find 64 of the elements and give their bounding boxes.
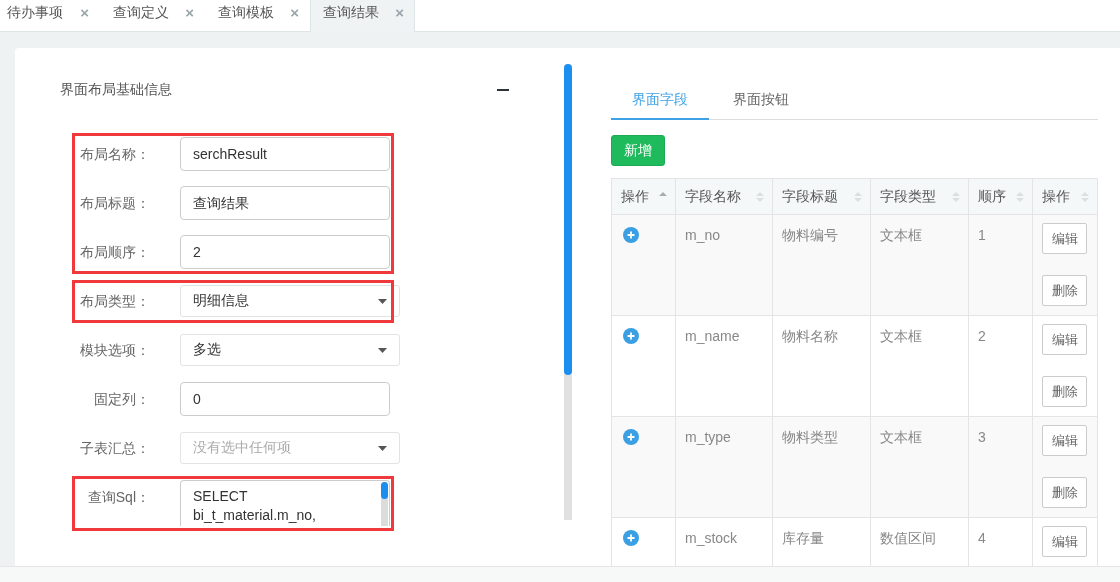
section-title: 界面布局基础信息 — [60, 81, 172, 99]
caret-icon — [378, 445, 387, 451]
table-cell: m_stock — [675, 517, 773, 566]
action-button[interactable]: 编辑 — [1042, 223, 1087, 254]
scrollbar[interactable] — [381, 482, 388, 526]
column-header[interactable]: 字段名称 — [675, 178, 773, 215]
column-header[interactable]: 操作 — [1032, 178, 1098, 215]
table-cell: 2 — [968, 315, 1033, 417]
plus-icon[interactable] — [623, 227, 639, 243]
tab[interactable]: 查询结果 × — [310, 0, 415, 32]
plus-icon[interactable] — [623, 530, 639, 546]
table-cell: 数值区间 — [870, 517, 969, 566]
field-label: 布局类型： — [79, 292, 150, 311]
table-cell: 4 — [968, 517, 1033, 566]
plus-icon[interactable] — [623, 328, 639, 344]
field-label: 模块选项： — [79, 341, 150, 360]
tab[interactable]: 待办事项 × — [0, 0, 100, 32]
scrollbar[interactable] — [564, 64, 572, 520]
field-label: 布局顺序： — [79, 243, 150, 262]
field-label: 子表汇总： — [79, 439, 150, 458]
table-cell: 文本框 — [870, 416, 969, 518]
table-cell: 物料编号 — [772, 214, 871, 316]
sort-icon[interactable] — [1081, 191, 1089, 203]
dropdown[interactable]: 明细信息 — [180, 285, 400, 317]
dropdown[interactable]: 多选 — [180, 334, 400, 366]
sort-icon[interactable] — [952, 191, 960, 203]
action-button[interactable]: 删除 — [1042, 275, 1087, 306]
table-cell: 1 — [968, 214, 1033, 316]
action-button[interactable]: 编辑 — [1042, 526, 1087, 557]
column-header[interactable]: 操作 — [611, 178, 676, 215]
field-label: 固定列： — [93, 390, 150, 409]
text-field[interactable]: 查询结果 — [180, 186, 390, 220]
caret-icon — [378, 298, 387, 304]
plus-icon[interactable] — [623, 429, 639, 445]
table-cell: m_type — [675, 416, 773, 518]
table-cell: 3 — [968, 416, 1033, 518]
table-cell: 库存量 — [772, 517, 871, 566]
table-cell: 物料名称 — [772, 315, 871, 417]
action-button[interactable]: 删除 — [1042, 477, 1087, 508]
sort-icon[interactable] — [1016, 191, 1024, 203]
text-field[interactable]: 0 — [180, 382, 390, 416]
sort-icon[interactable] — [756, 191, 764, 203]
field-label: 查询Sql： — [86, 488, 150, 507]
field-label: 布局标题： — [79, 194, 150, 213]
column-header[interactable]: 字段标题 — [772, 178, 871, 215]
text-field[interactable]: 2 — [180, 235, 390, 269]
field-label: 布局名称： — [79, 145, 150, 164]
column-header[interactable]: 顺序 — [968, 178, 1033, 215]
sort-icon[interactable] — [854, 191, 862, 203]
table-cell: m_no — [675, 214, 773, 316]
tab[interactable]: 界面按钮 — [712, 80, 810, 120]
text-field[interactable]: serchResult — [180, 137, 390, 171]
action-button[interactable]: 删除 — [1042, 376, 1087, 407]
column-header[interactable]: 字段类型 — [870, 178, 969, 215]
caret-icon — [378, 347, 387, 353]
tab[interactable]: 查询模板 × — [205, 0, 310, 32]
table-cell: m_name — [675, 315, 773, 417]
action-button[interactable]: 编辑 — [1042, 425, 1087, 456]
action-button[interactable]: 编辑 — [1042, 324, 1087, 355]
text-area[interactable]: SELECT bi_t_material.m_no, — [180, 480, 390, 526]
tab[interactable]: 查询定义 × — [100, 0, 205, 32]
table-cell: 文本框 — [870, 315, 969, 417]
table-cell: 文本框 — [870, 214, 969, 316]
table-cell: 物料类型 — [772, 416, 871, 518]
